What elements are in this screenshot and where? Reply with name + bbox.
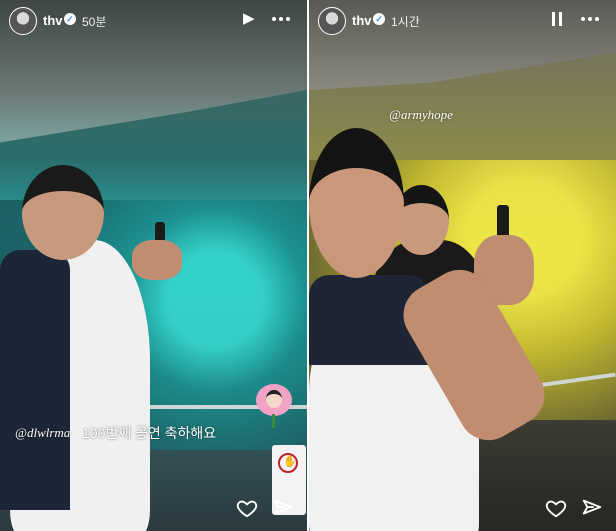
more-options-icon[interactable] [581, 17, 599, 21]
avatar[interactable] [318, 7, 346, 35]
username[interactable]: thv [43, 13, 63, 28]
more-options-icon[interactable] [272, 17, 290, 21]
send-icon[interactable] [581, 497, 603, 519]
avatar[interactable] [9, 7, 37, 35]
story-caption: 100번째 공연 축하해요 [82, 425, 217, 441]
mention-tag[interactable]: @armyhope [389, 107, 453, 123]
play-icon[interactable]: ▶ [243, 10, 255, 28]
person-head [309, 128, 404, 278]
story-header: thv ✓ 50분 ▶ [0, 0, 307, 40]
username[interactable]: thv [352, 13, 372, 28]
heart-icon[interactable] [545, 497, 567, 519]
flower-face-sticker [256, 384, 292, 428]
hands [132, 240, 182, 280]
story-viewer: thv ✓ 50분 ▶ @dlwlrma 100번째 공연 축하해요 ✋ thv… [0, 0, 616, 531]
person-head [22, 165, 104, 260]
mention-tag[interactable]: @dlwlrma [15, 425, 70, 441]
verified-badge-icon: ✓ [373, 13, 385, 25]
post-time: 1시간 [391, 15, 420, 29]
story-left[interactable]: thv ✓ 50분 ▶ @dlwlrma 100번째 공연 축하해요 ✋ [0, 0, 307, 531]
post-time: 50분 [82, 15, 107, 29]
heart-icon[interactable] [236, 497, 258, 519]
story-right[interactable]: thv ✓ 1시간 @armyhope [309, 0, 616, 531]
verified-badge-icon: ✓ [64, 13, 76, 25]
story-header: thv ✓ 1시간 [309, 0, 616, 40]
send-icon[interactable] [272, 497, 294, 519]
pause-icon[interactable] [552, 12, 564, 26]
dark-jacket [0, 250, 70, 510]
